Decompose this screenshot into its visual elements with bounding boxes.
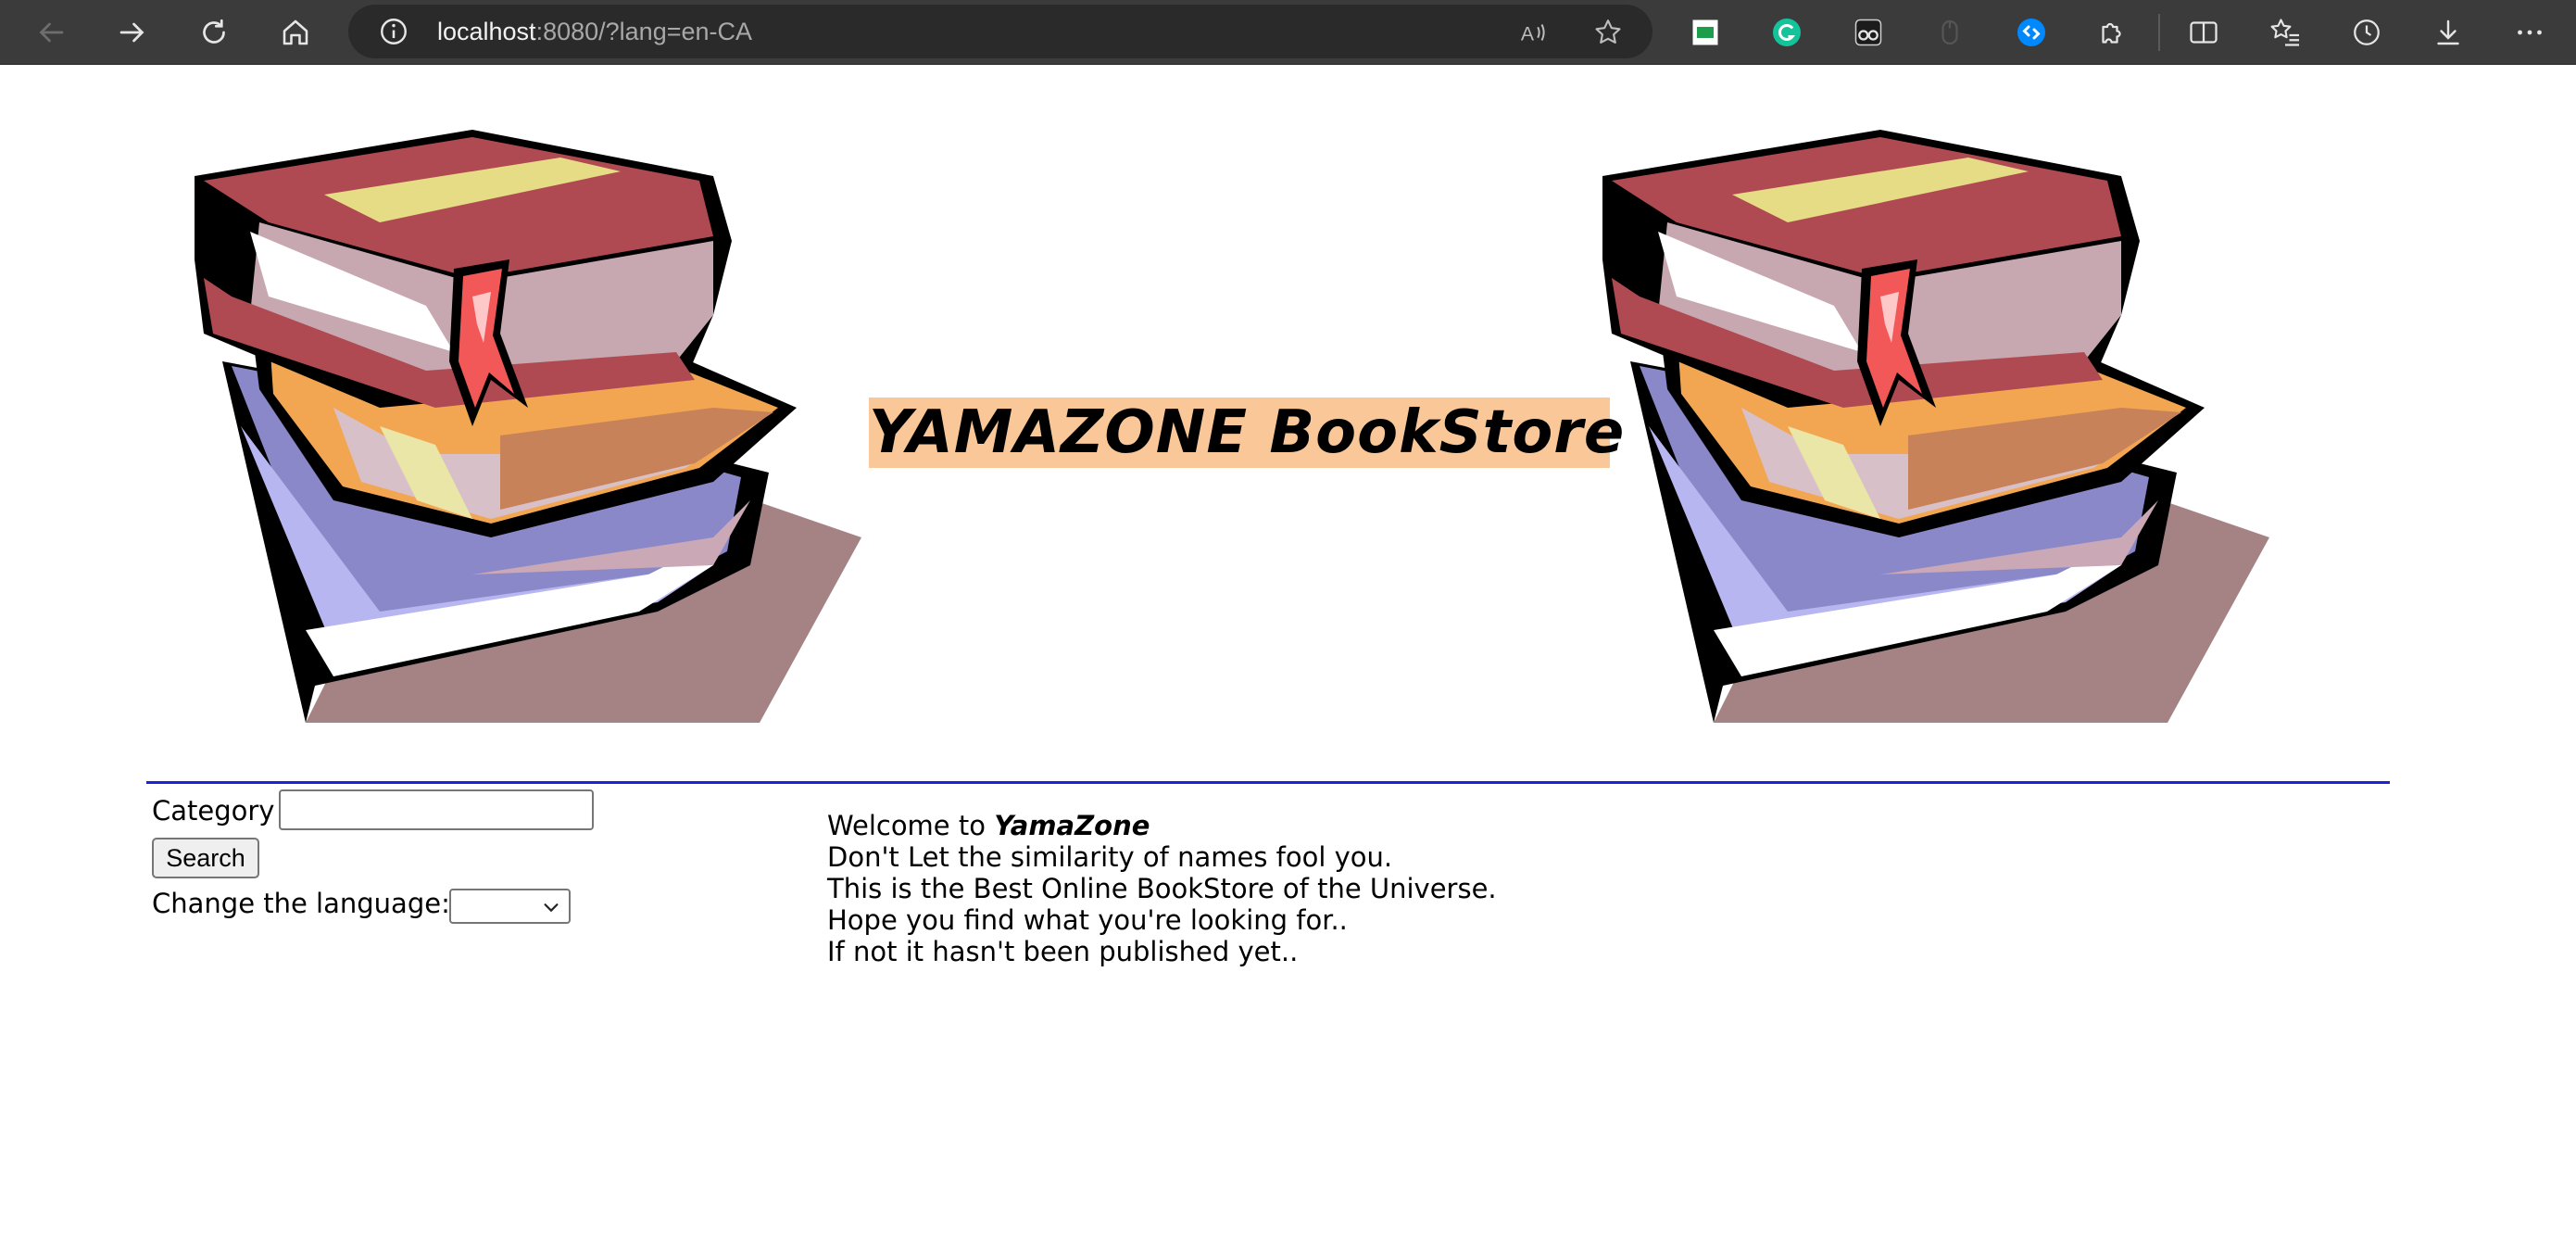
url-path: :8080/?lang=en-CA [535, 18, 753, 45]
category-input[interactable] [279, 789, 594, 830]
language-select[interactable] [449, 889, 571, 924]
page-title: YAMAZONE BookStore [869, 398, 1626, 468]
back-arrow-icon[interactable] [28, 9, 74, 56]
address-bar[interactable]: localhost:8080/?lang=en-CA A [348, 5, 1652, 58]
language-label: Change the language: [152, 888, 450, 919]
category-label: Category [152, 795, 275, 827]
shazam-icon[interactable] [2008, 9, 2055, 56]
welcome-message: Welcome to YamaZone Don't Let the simila… [827, 810, 1497, 967]
welcome-intro: Welcome to [827, 810, 995, 841]
download-icon[interactable] [2425, 9, 2471, 56]
forward-arrow-icon[interactable] [109, 9, 156, 56]
info-icon[interactable] [376, 14, 411, 49]
puzzle-icon[interactable] [2090, 9, 2136, 56]
search-button[interactable]: Search [152, 838, 259, 878]
extension-green-icon[interactable] [1682, 9, 1728, 56]
favorites-icon[interactable] [2262, 9, 2308, 56]
chevron-down-icon [544, 903, 559, 913]
star-icon[interactable] [1590, 14, 1627, 51]
history-icon[interactable] [2344, 9, 2390, 56]
welcome-line: Don't Let the similarity of names fool y… [827, 841, 1393, 873]
extension-glasses-icon[interactable] [1845, 9, 1891, 56]
browser-toolbar: localhost:8080/?lang=en-CA A [0, 0, 2576, 65]
books-clipart-right [1602, 130, 2269, 723]
grammarly-icon[interactable] [1764, 9, 1810, 56]
books-clipart-left [195, 130, 861, 723]
svg-text:A: A [1521, 23, 1535, 45]
split-screen-icon[interactable] [2180, 9, 2227, 56]
welcome-intro-line: Welcome to YamaZone [827, 810, 1497, 841]
url-host: localhost [437, 18, 536, 45]
more-icon[interactable] [2507, 9, 2553, 56]
home-icon[interactable] [272, 9, 319, 56]
welcome-line: If not it hasn't been published yet.. [827, 936, 1299, 967]
url-text[interactable]: localhost:8080/?lang=en-CA [437, 18, 752, 46]
welcome-line: Hope you find what you're looking for.. [827, 904, 1348, 936]
toolbar-separator [2158, 14, 2160, 51]
extension-mouse-icon[interactable] [1927, 9, 1973, 56]
welcome-line: This is the Best Online BookStore of the… [827, 873, 1497, 904]
read-aloud-icon[interactable]: A [1515, 14, 1552, 51]
refresh-icon[interactable] [191, 9, 237, 56]
divider [146, 781, 2390, 784]
brand-name: YamaZone [994, 810, 1150, 841]
